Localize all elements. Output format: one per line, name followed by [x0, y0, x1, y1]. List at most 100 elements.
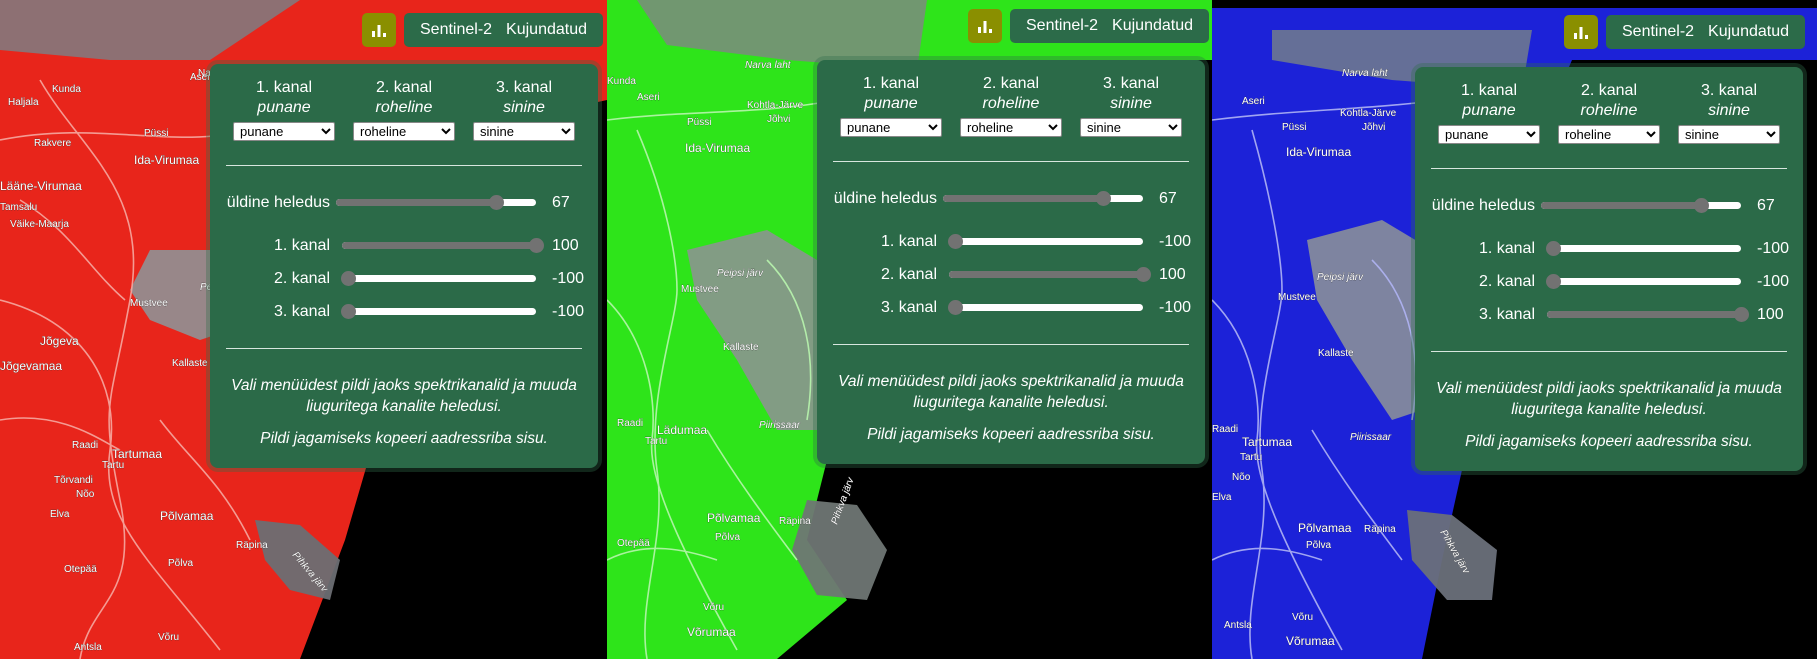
map-label-mustvee: Mustvee — [681, 284, 719, 295]
chart-button[interactable] — [968, 9, 1002, 43]
chart-button[interactable] — [1564, 15, 1598, 49]
layer-kujundatud[interactable]: Kujundatud — [506, 21, 587, 39]
channel-1-title: 1. kanal — [862, 75, 920, 92]
map-label-pussi: Püssi — [144, 128, 168, 139]
map-label-piirissaar: Piirissaar — [1350, 432, 1392, 443]
channel-3-slider[interactable] — [340, 304, 536, 319]
map-label-polvamaa: Põlvamaa — [160, 509, 214, 523]
map-label-antsla: Antsla — [74, 642, 102, 653]
slider-thumb[interactable] — [1545, 274, 1561, 289]
slider-thumb[interactable] — [529, 238, 544, 253]
map-label-rapina: Räpina — [1364, 524, 1396, 535]
info-paragraph-2: Pildi jagamiseks kopeeri aadressriba sis… — [867, 426, 1155, 443]
brightness-value: 67 — [1159, 189, 1177, 207]
channel-3-color: sinine — [1110, 95, 1152, 112]
layer-kujundatud[interactable]: Kujundatud — [1112, 17, 1193, 35]
slider-thumb[interactable] — [340, 304, 356, 319]
layer-sentinel[interactable]: Sentinel-2 — [420, 21, 492, 39]
map-label-rapina: Räpina — [236, 540, 268, 551]
channel-2-select[interactable]: roheline — [1557, 125, 1660, 144]
map-label-polvamaa: Põlvamaa — [1298, 521, 1352, 535]
map-label-piirissaar: Piirissaar — [759, 420, 801, 431]
info-text: Vali menüüdest pildi jaoks spektrikanali… — [1415, 378, 1803, 452]
map-panel-red: Haljala Kunda Aseri Rakvere Püssi Ida-Vi… — [0, 0, 607, 659]
layer-sentinel[interactable]: Sentinel-2 — [1026, 17, 1098, 35]
slider-thumb[interactable] — [1734, 307, 1749, 322]
map-label-mustvee: Mustvee — [130, 298, 168, 309]
channel-1-slider[interactable] — [947, 234, 1143, 249]
channel-2-select[interactable]: roheline — [959, 118, 1062, 137]
channel-1-slider[interactable] — [1545, 241, 1741, 256]
bar-chart-icon — [1574, 27, 1588, 39]
channel-3-value: -100 — [552, 302, 585, 320]
channel-1-select[interactable]: punane — [839, 118, 942, 137]
brightness-value: 67 — [552, 193, 570, 211]
map-label-mustvee: Mustvee — [1278, 292, 1316, 303]
info-paragraph-1: Vali menüüdest pildi jaoks spektrikanali… — [838, 373, 1184, 411]
info-paragraph-1: Vali menüüdest pildi jaoks spektrikanali… — [1436, 380, 1782, 418]
channel-1-select[interactable]: punane — [232, 122, 335, 141]
slider-thumb[interactable] — [1136, 267, 1151, 282]
channel-2-value: 100 — [1159, 265, 1186, 283]
brightness-slider[interactable] — [1541, 198, 1741, 213]
map-label-kallaste: Kallaste — [723, 342, 759, 353]
channel-1-value: -100 — [1757, 239, 1790, 257]
channel-1-color: punane — [257, 99, 311, 116]
layer-selector[interactable]: Sentinel-2 Kujundatud — [1606, 15, 1806, 49]
channel-1-color: punane — [1462, 102, 1516, 119]
channel-3-row: 3. kanal -100 — [210, 295, 598, 328]
channel-2-slider[interactable] — [340, 271, 536, 286]
map-label-elva: Elva — [1212, 492, 1232, 503]
channel-2-slider-label: 2. kanal — [880, 265, 937, 283]
channel-2-select[interactable]: roheline — [352, 122, 455, 141]
layer-kujundatud[interactable]: Kujundatud — [1708, 23, 1789, 41]
band-control-panel: 1. kanal punane punane 2. kanal roheline roh… — [817, 60, 1205, 464]
channel-3-slider[interactable] — [947, 300, 1143, 315]
channel-2-slider[interactable] — [949, 267, 1151, 282]
map-label-rapina: Räpina — [779, 516, 811, 527]
map-label-tamsalu: Tamsalu — [0, 202, 37, 213]
slider-thumb[interactable] — [947, 234, 963, 249]
channel-2-slider-label: 2. kanal — [273, 269, 330, 287]
slider-thumb[interactable] — [947, 300, 963, 315]
map-label-otepaa: Otepää — [617, 538, 650, 549]
brightness-slider[interactable] — [943, 191, 1143, 206]
channel-1-value: 100 — [552, 236, 579, 254]
channel-2-row: 2. kanal 100 — [817, 258, 1205, 291]
map-label-raadi: Raadi — [617, 418, 643, 429]
slider-thumb[interactable] — [1545, 241, 1561, 256]
map-label-aseri: Aseri — [1242, 96, 1265, 107]
map-label-voru: Võru — [1292, 612, 1313, 623]
map-label-kallaste: Kallaste — [172, 358, 208, 369]
map-label-laanevirumaa: Lääne-Virumaa — [0, 179, 82, 193]
brightness-slider[interactable] — [336, 195, 536, 210]
brightness-label: üldine heledus — [833, 189, 937, 207]
map-label-kohtlajarve: Kohtla-Järve — [1340, 108, 1397, 119]
layer-selector[interactable]: Sentinel-2 Kujundatud — [404, 13, 604, 47]
channel-3-select[interactable]: sinine — [1677, 125, 1780, 144]
channel-1-slider[interactable] — [342, 238, 544, 253]
channel-1-select[interactable]: punane — [1437, 125, 1540, 144]
channel-2-color: roheline — [375, 99, 433, 116]
channel-3-color: sinine — [1708, 102, 1750, 119]
chart-button[interactable] — [362, 13, 396, 47]
channel-2-slider[interactable] — [1545, 274, 1741, 289]
band-control-panel: 1. kanal punane punane 2. kanal roheline roh… — [1415, 67, 1803, 471]
channel-3-slider[interactable] — [1547, 307, 1749, 322]
slider-thumb[interactable] — [1694, 198, 1709, 213]
layer-sentinel[interactable]: Sentinel-2 — [1622, 23, 1694, 41]
channel-3-select[interactable]: sinine — [1079, 118, 1182, 137]
divider — [833, 344, 1189, 345]
brightness-value: 67 — [1757, 196, 1775, 214]
channel-3-select[interactable]: sinine — [472, 122, 575, 141]
slider-thumb[interactable] — [489, 195, 504, 210]
band-control-panel: 1. kanal punane punane 2. kanal roheline roh… — [210, 64, 598, 468]
divider — [226, 165, 582, 166]
layer-selector[interactable]: Sentinel-2 Kujundatud — [1010, 9, 1210, 43]
map-label-kallaste: Kallaste — [1318, 348, 1354, 359]
divider — [1431, 351, 1787, 352]
bar-chart-icon — [372, 25, 386, 37]
slider-thumb[interactable] — [340, 271, 356, 286]
channel-3-color: sinine — [503, 99, 545, 116]
slider-thumb[interactable] — [1096, 191, 1111, 206]
